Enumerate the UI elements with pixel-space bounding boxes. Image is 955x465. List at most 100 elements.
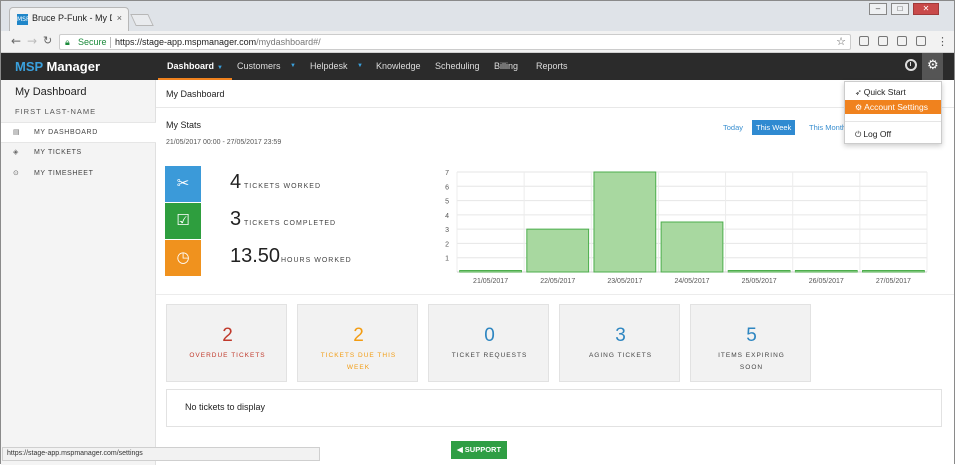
tickets-completed-value: 3	[230, 208, 242, 230]
chevron-down-icon: ▼	[217, 65, 223, 71]
chart-bar[interactable]	[660, 221, 724, 273]
cast-icon[interactable]	[859, 36, 869, 46]
megaphone-icon: ◀	[456, 445, 465, 454]
chevron-down-icon[interactable]: ▼	[357, 53, 363, 80]
menu-label: Quick Start	[863, 87, 906, 97]
tickets-worked-tile: ✂	[165, 166, 201, 202]
bookmark-star-icon[interactable]: ☆	[836, 35, 846, 48]
gear-icon: ⚙	[927, 58, 939, 73]
empty-state-text: No tickets to display	[185, 402, 266, 412]
items-expiring-soon-card[interactable]: 5 ITEMS EXPIRING SOON	[690, 304, 811, 382]
y-tick-label: 2	[445, 241, 449, 248]
brand-suffix: Manager	[42, 59, 101, 74]
chart-bar[interactable]	[862, 270, 925, 273]
minimize-button[interactable]: –	[869, 3, 887, 15]
clock-icon: ◷	[176, 248, 190, 266]
extension-icon[interactable]	[897, 36, 907, 46]
lock-icon: 🔒︎	[65, 37, 70, 47]
nav-label: Billing	[494, 61, 519, 71]
forward-icon[interactable]: →	[27, 34, 37, 48]
clock-icon[interactable]	[905, 59, 917, 71]
ticket-requests-card[interactable]: 0 TICKET REQUESTS	[428, 304, 549, 382]
sidebar-item-label: MY DASHBOARD	[34, 129, 98, 136]
nav-billing[interactable]: Billing	[494, 53, 518, 80]
address-toolbar: ← → ↻ 🔒︎ Secure https://stage-app.mspman…	[1, 31, 954, 53]
power-icon: ⏻	[855, 130, 862, 139]
browser-titlebar: MSP Bruce P-Funk - My Dash × – □ ✕	[1, 1, 954, 31]
nav-label: Scheduling	[435, 61, 480, 71]
close-window-button[interactable]: ✕	[913, 3, 939, 15]
browser-tab[interactable]: MSP Bruce P-Funk - My Dash ×	[9, 7, 129, 31]
account-settings-menu-item[interactable]: ⚙ Account Settings	[845, 100, 941, 114]
chart-bar[interactable]	[526, 228, 590, 273]
sidebar-item-my-tickets[interactable]: ◈ MY TICKETS	[1, 143, 156, 164]
tickets-completed-label: TICKETS COMPLETED	[244, 220, 337, 227]
browser-window: MSP Bruce P-Funk - My Dash × – □ ✕ ← → ↻…	[0, 0, 955, 465]
log-off-menu-item[interactable]: ⏻ Log Off	[845, 127, 941, 141]
sidebar-item-label: MY TICKETS	[34, 149, 82, 156]
url-bar[interactable]: 🔒︎ Secure https://stage-app.mspmanager.c…	[59, 34, 851, 50]
menu-divider	[845, 121, 941, 122]
chart-bar[interactable]	[794, 270, 858, 273]
sidebar-title: My Dashboard	[15, 86, 87, 98]
settings-dropdown: ➶ Quick Start ⚙ Account Settings ⏻ Log Off	[844, 81, 942, 144]
settings-button[interactable]: ⚙	[922, 53, 943, 80]
secure-label: Secure	[78, 37, 107, 47]
extension-icon[interactable]	[916, 36, 926, 46]
nav-customers[interactable]: Customers	[237, 53, 281, 80]
dashboard-icon: ▤	[13, 128, 21, 136]
tickets-list: No tickets to display	[166, 389, 942, 427]
nav-scheduling[interactable]: Scheduling	[435, 53, 480, 80]
chart-bar[interactable]	[459, 270, 522, 273]
counter-value: 2	[353, 325, 364, 346]
counter-value: 3	[615, 325, 626, 346]
tickets-chart: 1 2 3 4 5 6 7 21/05/2017 22/05/2017 23/05/2017 24/…	[439, 168, 929, 286]
tickets-completed-tile: ☑	[165, 203, 201, 239]
new-tab-button[interactable]	[130, 14, 154, 26]
support-button[interactable]: ◀ SUPPORT	[451, 441, 507, 459]
extension-icon[interactable]	[878, 36, 888, 46]
range-this-week-button[interactable]: This Week	[752, 120, 796, 135]
overdue-tickets-card[interactable]: 2 OVERDUE TICKETS	[166, 304, 287, 382]
ticket-icon: ✂	[176, 174, 190, 192]
nav-knowledge[interactable]: Knowledge	[376, 53, 421, 80]
chart-bar[interactable]	[593, 171, 657, 273]
nav-label: Customers	[237, 61, 281, 71]
sidebar: My Dashboard FIRST LAST-NAME ▤ MY DASHBO…	[1, 80, 156, 465]
quick-start-menu-item[interactable]: ➶ Quick Start	[845, 85, 941, 99]
sidebar-item-label: MY TIMESHEET	[34, 170, 94, 177]
maximize-button[interactable]: □	[891, 3, 909, 15]
bar-chart: 1 2 3 4 5 6 7 21/05/2017 22/05/2017 23/05/2017 24/…	[445, 170, 928, 285]
counter-label: TICKETS DUE THIS WEEK	[320, 352, 397, 371]
x-tick-label: 27/05/2017	[876, 278, 911, 285]
brand-logo[interactable]: MSP Manager	[15, 59, 100, 74]
aging-tickets-card[interactable]: 3 AGING TICKETS	[559, 304, 680, 382]
hours-worked-tile: ◷	[165, 240, 201, 276]
app-navbar: MSP Manager Dashboard ▼ Customers ▼ Helpd…	[1, 53, 954, 80]
y-tick-label: 1	[445, 256, 449, 263]
sidebar-item-my-dashboard[interactable]: ▤ MY DASHBOARD	[1, 122, 156, 143]
sidebar-user-name: FIRST LAST-NAME	[15, 107, 97, 116]
tab-close-icon[interactable]: ×	[117, 13, 122, 23]
nav-label: Reports	[536, 61, 568, 71]
nav-label: Dashboard	[167, 61, 215, 71]
counter-label: AGING TICKETS	[588, 352, 653, 359]
chevron-down-icon[interactable]: ▼	[290, 53, 296, 80]
counter-value: 0	[484, 325, 495, 346]
x-tick-label: 25/05/2017	[742, 278, 777, 285]
browser-menu-icon[interactable]: ⋮	[937, 35, 948, 48]
tickets-due-this-week-card[interactable]: 2 TICKETS DUE THIS WEEK	[297, 304, 418, 382]
y-tick-label: 3	[445, 227, 449, 234]
nav-helpdesk[interactable]: Helpdesk	[310, 53, 348, 80]
nav-dashboard[interactable]: Dashboard ▼	[158, 53, 232, 80]
range-today-button[interactable]: Today	[719, 120, 747, 135]
url-host: https://stage-app.mspmanager.com	[115, 37, 257, 47]
y-tick-label: 4	[445, 213, 449, 220]
chart-bar[interactable]	[727, 270, 791, 273]
counter-label: TICKET REQUESTS	[451, 352, 528, 359]
reload-icon[interactable]: ↻	[43, 34, 52, 47]
back-icon[interactable]: ←	[11, 34, 21, 48]
nav-reports[interactable]: Reports	[536, 53, 568, 80]
x-tick-label: 22/05/2017	[540, 278, 575, 285]
sidebar-item-my-timesheet[interactable]: ⊙ MY TIMESHEET	[1, 164, 156, 185]
